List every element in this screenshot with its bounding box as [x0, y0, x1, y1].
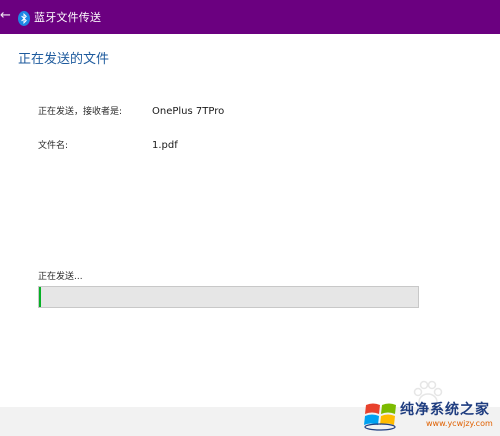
page-heading: 正在发送的文件 — [18, 52, 110, 67]
titlebar: ← 蓝牙文件传送 — [0, 0, 500, 34]
bluetooth-transfer-window: ← 蓝牙文件传送 正在发送的文件 正在发送，接收者是: OnePlus 7TPr… — [0, 0, 500, 436]
filename-label: 文件名: — [38, 141, 69, 151]
sending-status-label: 正在发送... — [38, 272, 83, 282]
bluetooth-icon — [18, 11, 30, 26]
progress-bar — [38, 286, 419, 308]
window-title: 蓝牙文件传送 — [34, 11, 102, 24]
recipient-label: 正在发送，接收者是: — [38, 107, 123, 117]
windows-logo-icon — [364, 403, 396, 431]
filename-value: 1.pdf — [152, 140, 178, 151]
progress-bar-fill — [39, 287, 41, 307]
recipient-value: OnePlus 7TPro — [152, 106, 225, 117]
arrow-left-icon[interactable]: ← — [0, 9, 11, 23]
watermark-url: www.ycwjzy.com — [426, 419, 493, 428]
watermark-name: 纯净系统之家 — [400, 402, 490, 418]
